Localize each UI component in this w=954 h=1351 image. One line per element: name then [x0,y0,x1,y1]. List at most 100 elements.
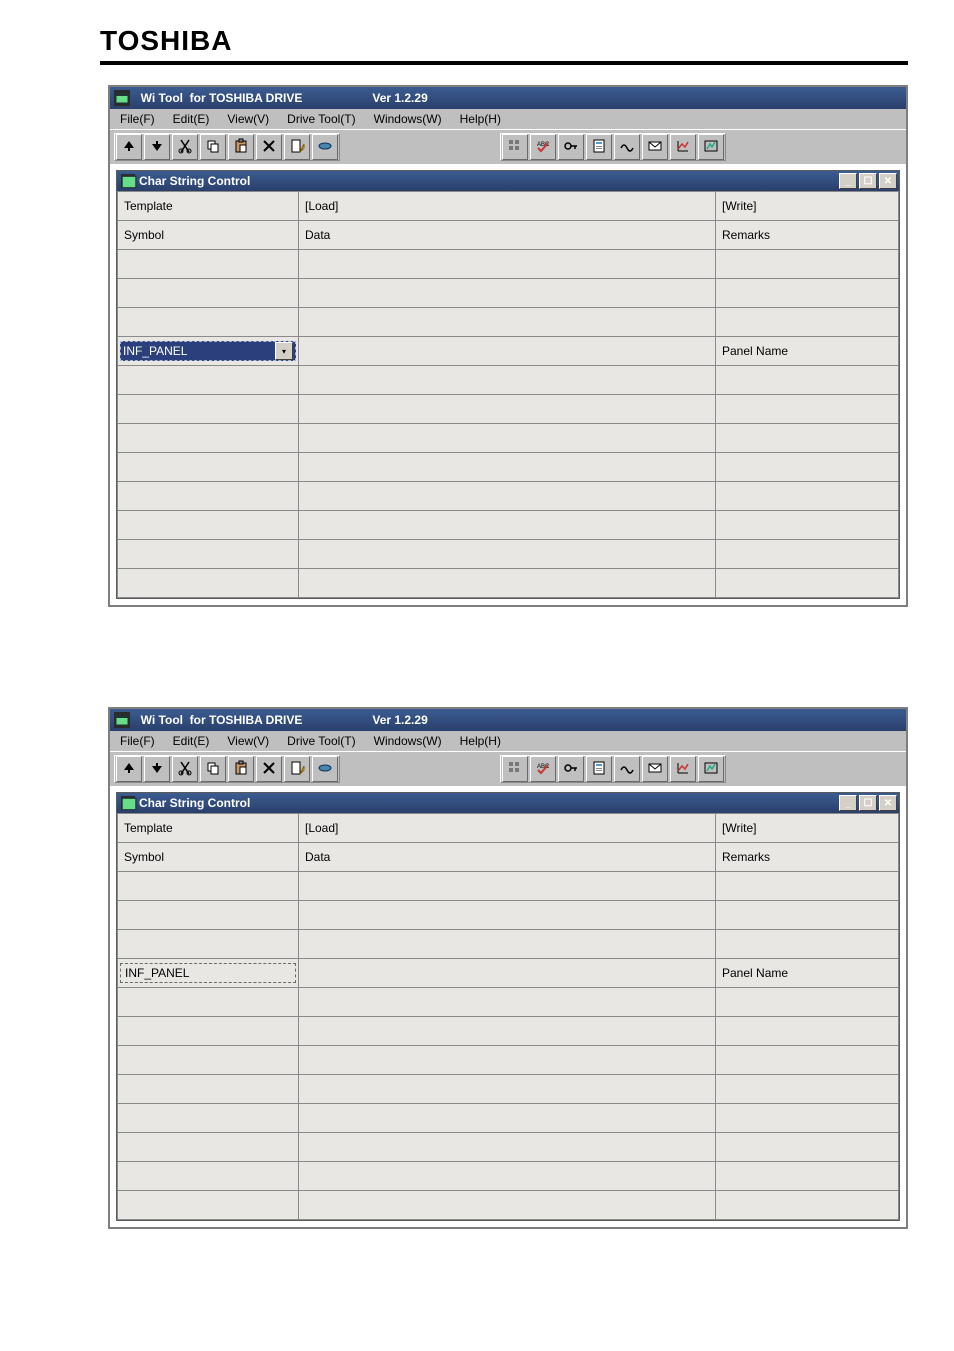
menu-windows[interactable]: Windows(W) [366,110,452,128]
cell-empty[interactable] [118,511,299,540]
cell-empty[interactable] [299,1133,716,1162]
cell-empty[interactable] [299,308,716,337]
toolbar-btn-r7[interactable] [670,756,696,782]
cell-empty[interactable] [299,1162,716,1191]
menu-edit[interactable]: Edit(E) [165,732,220,750]
cell-empty[interactable] [118,569,299,598]
cell-empty[interactable] [716,424,899,453]
cell-empty[interactable] [716,540,899,569]
toolbar-btn-r8[interactable] [698,756,724,782]
maximize-button[interactable]: ☐ [859,173,877,189]
toolbar-btn-r6[interactable] [642,134,668,160]
row-symbol-editing[interactable]: INF_PANEL [118,959,299,988]
menu-view[interactable]: View(V) [219,732,279,750]
toolbar-btn-r1[interactable] [502,756,528,782]
row-data-value[interactable] [299,959,716,988]
char-string-grid[interactable]: Template [Load] [Write] Symbol Data Rema… [117,191,899,598]
toolbar-copy-button[interactable] [200,134,226,160]
cell-empty[interactable] [299,1191,716,1220]
cell-empty[interactable] [299,1017,716,1046]
header-load[interactable]: [Load] [299,192,716,221]
toolbar-btn-r7[interactable] [670,134,696,160]
cell-empty[interactable] [716,366,899,395]
toolbar-new-button[interactable] [284,134,310,160]
close-button[interactable]: ✕ [879,795,897,811]
toolbar-btn-r6[interactable] [642,756,668,782]
cell-empty[interactable] [299,1075,716,1104]
cell-empty[interactable] [118,395,299,424]
row-symbol-selected[interactable]: INF_PANEL ▾ [118,337,299,366]
cell-empty[interactable] [299,540,716,569]
cell-empty[interactable] [716,1017,899,1046]
maximize-button[interactable]: ☐ [859,795,877,811]
toolbar-btn-r4[interactable] [586,756,612,782]
cell-empty[interactable] [716,511,899,540]
toolbar-copy-button[interactable] [200,756,226,782]
menu-view[interactable]: View(V) [219,110,279,128]
menu-help[interactable]: Help(H) [452,732,511,750]
cell-empty[interactable] [299,569,716,598]
cell-empty[interactable] [716,901,899,930]
cell-empty[interactable] [716,1191,899,1220]
toolbar-new-button[interactable] [284,756,310,782]
cell-empty[interactable] [299,482,716,511]
toolbar-btn-r5[interactable] [614,134,640,160]
menu-windows[interactable]: Windows(W) [366,732,452,750]
cell-empty[interactable] [716,308,899,337]
cell-empty[interactable] [716,1075,899,1104]
toolbar-btn-r4[interactable] [586,134,612,160]
toolbar-btn-r2[interactable]: ABC [530,756,556,782]
toolbar-btn-r2[interactable]: ABC [530,134,556,160]
cell-empty[interactable] [118,279,299,308]
cell-empty[interactable] [299,395,716,424]
cell-empty[interactable] [299,901,716,930]
cell-empty[interactable] [118,1162,299,1191]
cell-empty[interactable] [118,250,299,279]
cell-empty[interactable] [299,1046,716,1075]
cell-empty[interactable] [299,988,716,1017]
toolbar-disc-button[interactable] [312,134,338,160]
cell-empty[interactable] [299,872,716,901]
menu-file[interactable]: File(F) [112,732,165,750]
cell-empty[interactable] [118,1046,299,1075]
toolbar-delete-button[interactable] [256,134,282,160]
minimize-button[interactable]: _ [839,173,857,189]
toolbar-btn-r8[interactable] [698,134,724,160]
cell-empty[interactable] [118,366,299,395]
cell-empty[interactable] [716,1162,899,1191]
toolbar-btn-r5[interactable] [614,756,640,782]
toolbar-paste-button[interactable] [228,756,254,782]
toolbar-delete-button[interactable] [256,756,282,782]
cell-empty[interactable] [118,540,299,569]
cell-empty[interactable] [118,308,299,337]
cell-empty[interactable] [716,482,899,511]
toolbar-cut-button[interactable] [172,756,198,782]
toolbar-up-button[interactable] [116,756,142,782]
cell-empty[interactable] [716,453,899,482]
cell-empty[interactable] [716,250,899,279]
cell-empty[interactable] [299,511,716,540]
cell-empty[interactable] [118,930,299,959]
header-write[interactable]: [Write] [716,192,899,221]
cell-empty[interactable] [118,988,299,1017]
cell-empty[interactable] [118,1104,299,1133]
cell-empty[interactable] [716,569,899,598]
cell-empty[interactable] [118,1191,299,1220]
row-data-value[interactable] [299,337,716,366]
menu-help[interactable]: Help(H) [452,110,511,128]
minimize-button[interactable]: _ [839,795,857,811]
toolbar-down-button[interactable] [144,134,170,160]
cell-empty[interactable] [118,424,299,453]
cell-empty[interactable] [118,901,299,930]
toolbar-cut-button[interactable] [172,134,198,160]
cell-empty[interactable] [716,988,899,1017]
cell-empty[interactable] [299,1104,716,1133]
cell-empty[interactable] [299,366,716,395]
header-write[interactable]: [Write] [716,814,899,843]
row-remarks-value[interactable]: Panel Name [716,959,899,988]
menu-drivetool[interactable]: Drive Tool(T) [279,110,365,128]
menu-drivetool[interactable]: Drive Tool(T) [279,732,365,750]
menu-edit[interactable]: Edit(E) [165,110,220,128]
cell-empty[interactable] [118,1075,299,1104]
cell-empty[interactable] [299,279,716,308]
